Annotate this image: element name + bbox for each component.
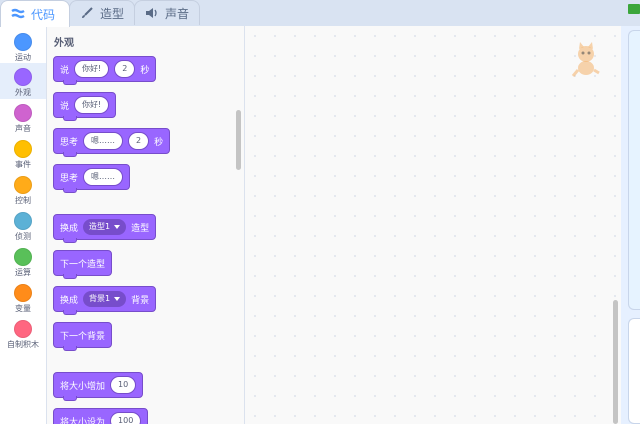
tab-sounds-label: 声音	[165, 6, 190, 21]
category-motion-dot	[14, 33, 32, 51]
block-say[interactable]: 说 你好!	[53, 92, 117, 121]
backdrop-dropdown[interactable]: 背景1	[83, 291, 127, 307]
category-my-blocks[interactable]: 自制积木	[0, 315, 46, 351]
chevron-down-icon	[114, 297, 121, 301]
size-change-input[interactable]: 10	[110, 376, 137, 394]
costume-dropdown-value: 造型1	[89, 222, 111, 231]
category-sound[interactable]: 声音	[0, 99, 46, 135]
block-think-for-secs[interactable]: 思考 嗯…… 2 秒	[53, 128, 171, 157]
block-text: 造型	[131, 223, 150, 234]
block-text: 秒	[154, 137, 164, 148]
seconds-input[interactable]: 2	[114, 60, 136, 78]
block-switch-costume[interactable]: 换成 造型1 造型	[53, 214, 157, 243]
seconds-input[interactable]: 2	[128, 132, 150, 150]
category-looks[interactable]: 外观	[0, 63, 46, 99]
category-control[interactable]: 控制	[0, 171, 46, 207]
category-variables-dot	[14, 284, 32, 302]
category-my-blocks-dot	[14, 320, 32, 338]
block-change-size[interactable]: 将大小增加 10	[53, 372, 144, 401]
message-input[interactable]: 嗯……	[83, 168, 124, 186]
category-my-blocks-label: 自制积木	[7, 340, 39, 349]
block-text: 换成	[60, 295, 79, 306]
category-looks-dot	[14, 68, 32, 86]
stage-preview[interactable]	[628, 30, 640, 310]
block-palette: 外观 说 你好! 2 秒 说 你好! 思考 嗯…… 2 秒 思考 嗯…… 换成 …	[47, 26, 245, 424]
category-looks-label: 外观	[15, 88, 31, 97]
sprite-info-panel	[628, 318, 640, 424]
block-next-backdrop[interactable]: 下一个背景	[53, 322, 113, 351]
category-control-label: 控制	[15, 196, 31, 205]
tab-sounds[interactable]: 声音	[134, 0, 200, 25]
message-input[interactable]: 嗯……	[83, 132, 124, 150]
script-area-scrollbar[interactable]	[613, 300, 618, 424]
category-sensing-label: 侦测	[15, 232, 31, 241]
tab-costumes[interactable]: 造型	[69, 0, 135, 25]
category-motion-label: 运动	[15, 53, 31, 62]
tab-costumes-label: 造型	[100, 6, 125, 21]
backdrop-dropdown-value: 背景1	[89, 294, 111, 303]
category-variables[interactable]: 变量	[0, 279, 46, 315]
category-operators-label: 运算	[15, 268, 31, 277]
block-text: 说	[60, 101, 70, 112]
category-sensing[interactable]: 侦测	[0, 207, 46, 243]
block-text: 背景	[131, 295, 150, 306]
block-text: 秒	[140, 65, 150, 76]
block-text: 下一个背景	[60, 331, 106, 342]
brush-icon	[82, 7, 93, 18]
palette-heading: 外观	[54, 38, 74, 49]
category-control-dot	[14, 176, 32, 194]
code-icon	[11, 8, 25, 19]
category-menu: 运动 外观 声音 事件 控制 侦测 运算 变量 自制积木	[0, 26, 47, 424]
category-operators-dot	[14, 248, 32, 266]
category-operators[interactable]: 运算	[0, 243, 46, 279]
size-set-input[interactable]: 100	[110, 412, 142, 424]
block-text: 思考	[60, 173, 79, 184]
block-text: 思考	[60, 137, 79, 148]
block-say-for-secs[interactable]: 说 你好! 2 秒	[53, 56, 157, 85]
category-variables-label: 变量	[15, 304, 31, 313]
category-sensing-dot	[14, 212, 32, 230]
message-input[interactable]: 你好!	[74, 60, 110, 78]
category-events[interactable]: 事件	[0, 135, 46, 171]
block-think[interactable]: 思考 嗯……	[53, 164, 131, 193]
palette-scrollbar[interactable]	[236, 110, 241, 170]
green-flag-icon[interactable]	[628, 4, 640, 14]
message-input[interactable]: 你好!	[74, 96, 110, 114]
tab-code-label: 代码	[31, 7, 56, 22]
speaker-icon	[146, 8, 157, 18]
block-text: 将大小设为	[60, 417, 106, 424]
category-events-label: 事件	[15, 160, 31, 169]
sprite-cat-icon	[571, 42, 600, 77]
costume-dropdown[interactable]: 造型1	[83, 219, 127, 235]
category-sound-label: 声音	[15, 124, 31, 133]
block-text: 换成	[60, 223, 79, 234]
category-events-dot	[14, 140, 32, 158]
chevron-down-icon	[114, 225, 121, 229]
tab-code[interactable]: 代码	[0, 0, 70, 27]
block-next-costume[interactable]: 下一个造型	[53, 250, 113, 279]
script-area[interactable]	[245, 26, 621, 424]
block-set-size[interactable]: 将大小设为 100	[53, 408, 149, 424]
block-text: 说	[60, 65, 70, 76]
category-sound-dot	[14, 104, 32, 122]
editor-tabs: 代码 造型 声音	[0, 0, 640, 27]
category-motion[interactable]: 运动	[0, 28, 46, 64]
block-text: 将大小增加	[60, 381, 106, 392]
block-text: 下一个造型	[60, 259, 106, 270]
block-switch-backdrop[interactable]: 换成 背景1 背景	[53, 286, 157, 315]
